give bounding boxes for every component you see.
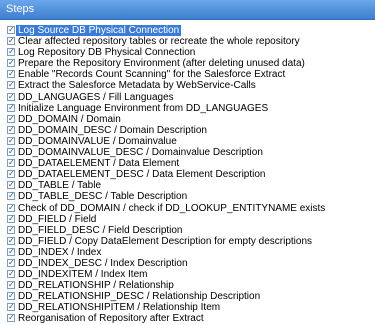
step-row[interactable]: DD_RELATIONSHIP_DESC / Relationship Desc… xyxy=(0,291,375,302)
step-row[interactable]: Extract the Salesforce Metadata by WebSe… xyxy=(0,80,375,91)
step-label: DD_DOMAINVALUE / Domainvalue xyxy=(18,135,177,147)
step-row[interactable]: Log Repository DB Physical Connection xyxy=(0,47,375,58)
step-checkbox[interactable] xyxy=(7,159,15,168)
step-label: DD_INDEXITEM / Index Item xyxy=(18,269,148,281)
step-checkbox[interactable] xyxy=(7,203,15,212)
step-label: DD_DOMAIN / Domain xyxy=(18,113,121,125)
step-row[interactable]: DD_RELATIONSHIPITEM / Relationship Item xyxy=(0,302,375,313)
step-label: Extract the Salesforce Metadata by WebSe… xyxy=(18,80,256,92)
step-row[interactable]: Clear affected repository tables or recr… xyxy=(0,36,375,47)
step-label: DD_LANGUAGES / Fill Languages xyxy=(18,91,174,103)
step-checkbox[interactable] xyxy=(7,247,15,256)
step-row[interactable]: Reorganisation of Repository after Extra… xyxy=(0,313,375,324)
step-row[interactable]: DD_INDEX_DESC / Index Description xyxy=(0,258,375,269)
step-row[interactable]: DD_DOMAINVALUE / Domainvalue xyxy=(0,136,375,147)
step-label: Prepare the Repository Environment (afte… xyxy=(18,58,305,70)
step-label: Enable "Records Count Scanning" for the … xyxy=(18,69,286,81)
step-checkbox[interactable] xyxy=(7,314,15,323)
step-checkbox[interactable] xyxy=(7,292,15,301)
step-checkbox[interactable] xyxy=(7,37,15,46)
steps-panel: Steps Log Source DB Physical ConnectionC… xyxy=(0,0,375,324)
step-label: DD_RELATIONSHIP / Relationship xyxy=(18,280,174,292)
step-row[interactable]: Check of DD_DOMAIN / check if DD_LOOKUP_… xyxy=(0,203,375,214)
step-row[interactable]: DD_DOMAIN_DESC / Domain Description xyxy=(0,125,375,136)
step-label: Log Repository DB Physical Connection xyxy=(18,47,196,59)
steps-header: Steps xyxy=(0,0,375,20)
step-checkbox[interactable] xyxy=(7,48,15,57)
step-label: DD_DOMAINVALUE_DESC / Domainvalue Descri… xyxy=(18,147,263,159)
step-label: DD_TABLE / Table xyxy=(18,180,102,192)
step-checkbox[interactable] xyxy=(7,136,15,145)
step-row[interactable]: DD_FIELD / Field xyxy=(0,214,375,225)
step-checkbox[interactable] xyxy=(7,125,15,134)
step-row[interactable]: Log Source DB Physical Connection xyxy=(0,25,375,36)
step-checkbox[interactable] xyxy=(7,92,15,101)
step-label: DD_RELATIONSHIPITEM / Relationship Item xyxy=(18,302,221,314)
step-label: Log Source DB Physical Connection xyxy=(16,25,182,36)
step-label: DD_DATAELEMENT / Data Element xyxy=(18,158,180,170)
step-checkbox[interactable] xyxy=(7,170,15,179)
step-checkbox[interactable] xyxy=(7,236,15,245)
step-checkbox[interactable] xyxy=(7,281,15,290)
step-label: DD_FIELD / Copy DataElement Description … xyxy=(18,235,313,247)
step-label: DD_RELATIONSHIP_DESC / Relationship Desc… xyxy=(18,291,261,303)
step-checkbox[interactable] xyxy=(7,214,15,223)
step-checkbox[interactable] xyxy=(7,59,15,68)
step-label: DD_INDEX_DESC / Index Description xyxy=(18,257,188,269)
step-label: DD_DOMAIN_DESC / Domain Description xyxy=(18,124,207,136)
step-row[interactable]: Initialize Language Environment from DD_… xyxy=(0,103,375,114)
steps-header-label: Steps xyxy=(6,3,35,15)
step-label: DD_INDEX / Index xyxy=(18,246,102,258)
step-checkbox[interactable] xyxy=(7,103,15,112)
step-row[interactable]: DD_DATAELEMENT_DESC / Data Element Descr… xyxy=(0,169,375,180)
step-row[interactable]: DD_DATAELEMENT / Data Element xyxy=(0,158,375,169)
step-row[interactable]: DD_FIELD_DESC / Field Description xyxy=(0,225,375,236)
step-label: DD_TABLE_DESC / Table Description xyxy=(18,191,188,203)
step-row[interactable]: DD_INDEX / Index xyxy=(0,247,375,258)
step-checkbox[interactable] xyxy=(7,181,15,190)
step-label: Reorganisation of Repository after Extra… xyxy=(18,313,204,325)
step-row[interactable]: DD_INDEXITEM / Index Item xyxy=(0,269,375,280)
step-checkbox[interactable] xyxy=(7,26,15,34)
step-checkbox[interactable] xyxy=(7,303,15,312)
step-row[interactable]: DD_DOMAIN / Domain xyxy=(0,114,375,125)
steps-list: Log Source DB Physical ConnectionClear a… xyxy=(0,25,375,325)
step-label: DD_FIELD / Field xyxy=(18,213,97,225)
step-row[interactable]: DD_LANGUAGES / Fill Languages xyxy=(0,92,375,103)
step-label: DD_DATAELEMENT_DESC / Data Element Descr… xyxy=(18,169,266,181)
step-checkbox[interactable] xyxy=(7,258,15,267)
step-checkbox[interactable] xyxy=(7,148,15,157)
step-checkbox[interactable] xyxy=(7,70,15,79)
step-row[interactable]: DD_DOMAINVALUE_DESC / Domainvalue Descri… xyxy=(0,147,375,158)
step-checkbox[interactable] xyxy=(7,192,15,201)
step-label: Clear affected repository tables or recr… xyxy=(18,36,300,48)
step-row[interactable]: DD_FIELD / Copy DataElement Description … xyxy=(0,236,375,247)
step-checkbox[interactable] xyxy=(7,81,15,90)
step-checkbox[interactable] xyxy=(7,114,15,123)
step-label: DD_FIELD_DESC / Field Description xyxy=(18,224,183,236)
step-row[interactable]: DD_RELATIONSHIP / Relationship xyxy=(0,280,375,291)
step-row[interactable]: Enable "Records Count Scanning" for the … xyxy=(0,69,375,80)
step-row[interactable]: Prepare the Repository Environment (afte… xyxy=(0,58,375,69)
step-label: Check of DD_DOMAIN / check if DD_LOOKUP_… xyxy=(18,202,326,214)
step-row[interactable]: DD_TABLE / Table xyxy=(0,180,375,191)
step-row[interactable]: DD_TABLE_DESC / Table Description xyxy=(0,191,375,202)
step-checkbox[interactable] xyxy=(7,225,15,234)
step-label: Initialize Language Environment from DD_… xyxy=(18,102,269,114)
step-checkbox[interactable] xyxy=(7,270,15,279)
